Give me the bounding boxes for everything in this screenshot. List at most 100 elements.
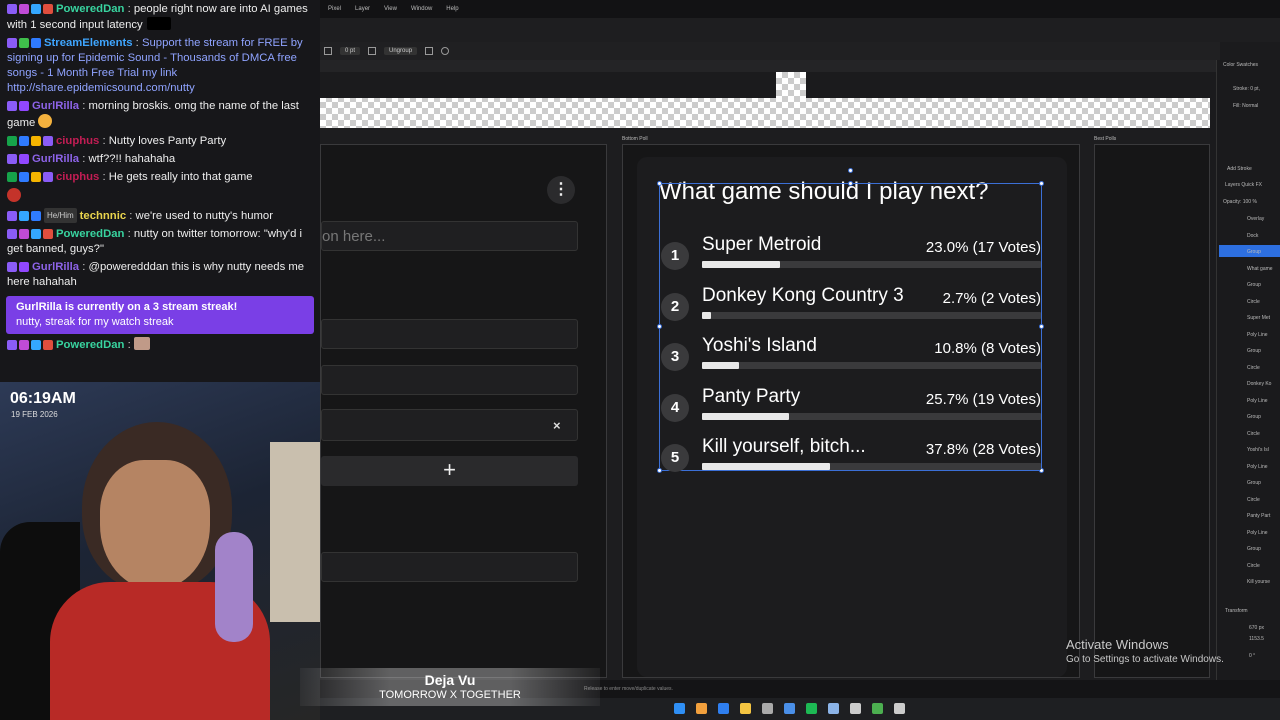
add-option-button[interactable]: + <box>321 456 578 486</box>
chat-username[interactable]: PoweredDan <box>56 339 124 351</box>
windows-activation-notice: Activate Windows Go to Settings to activ… <box>1066 637 1224 665</box>
layer-item[interactable]: Panty Part <box>1247 513 1270 519</box>
badge-icon <box>31 4 41 14</box>
chat-username[interactable]: StreamElements <box>44 37 133 49</box>
poll-form-artboard[interactable]: ⋮ on here... × + <box>320 144 607 678</box>
taskbar-app-icon[interactable] <box>762 703 773 714</box>
layer-item[interactable]: Circle <box>1247 365 1260 371</box>
layer-item[interactable]: What game <box>1247 266 1273 272</box>
option-percent: 10.8% (8 Votes) <box>934 340 1041 357</box>
transform-header[interactable]: Transform <box>1225 608 1248 614</box>
chat-username[interactable]: technnic <box>80 210 126 222</box>
coord-y[interactable]: 1153.5 <box>1249 636 1264 642</box>
chat-message: GurlRilla : @poweredddan this is why nut… <box>0 259 320 292</box>
taskbar-app-icon[interactable] <box>718 703 729 714</box>
align-icon[interactable] <box>324 47 332 55</box>
chat-username[interactable]: PoweredDan <box>56 3 124 15</box>
emote-icon <box>133 337 150 350</box>
option-field[interactable] <box>321 552 578 582</box>
chat-username[interactable]: ciuphus <box>56 171 99 183</box>
layer-item[interactable]: Circle <box>1247 563 1260 569</box>
layer-item[interactable]: Group <box>1247 546 1261 552</box>
menu-item-pixel[interactable]: Pixel <box>328 6 341 12</box>
stream-screen: PoweredDan : people right now are into A… <box>0 0 1280 720</box>
layer-item[interactable]: Poly Line <box>1247 332 1268 338</box>
transform-panel: 670 px 1153.5 0 ° <box>1216 620 1280 680</box>
remove-option-icon[interactable]: × <box>553 418 561 433</box>
option-number: 2 <box>661 293 689 321</box>
rotation[interactable]: 0 ° <box>1249 653 1255 659</box>
layer-item[interactable]: Overlay <box>1247 216 1264 222</box>
rotate-handle[interactable] <box>848 168 853 173</box>
layer-item[interactable]: Poly Line <box>1247 464 1268 470</box>
layer-item[interactable]: Circle <box>1247 431 1260 437</box>
menu-item-view[interactable]: View <box>384 6 397 12</box>
layer-item[interactable]: Circle <box>1247 299 1260 305</box>
more-options-icon[interactable]: ⋮ <box>547 176 575 204</box>
layer-item[interactable]: Group <box>1247 480 1261 486</box>
taskbar-app-icon[interactable] <box>674 703 685 714</box>
question-input[interactable]: on here... <box>321 221 578 251</box>
layer-item[interactable]: Poly Line <box>1247 530 1268 536</box>
chat-emote-only <box>0 187 320 207</box>
layer-item[interactable]: Yoshi's Isl <box>1247 447 1269 453</box>
best-polls-artboard[interactable] <box>1094 144 1210 678</box>
option-name: Panty Party <box>702 386 801 407</box>
layer-item[interactable]: Group <box>1247 414 1261 420</box>
layer-item[interactable]: Group <box>1247 249 1261 255</box>
taskbar-app-icon[interactable] <box>696 703 707 714</box>
resize-handle[interactable] <box>657 181 662 186</box>
chat-username[interactable]: GurlRilla <box>32 153 79 165</box>
resize-handle[interactable] <box>848 181 853 186</box>
chat-username[interactable]: GurlRilla <box>32 261 79 273</box>
layer-item[interactable]: Dock <box>1247 233 1258 239</box>
menu-item-help[interactable]: Help <box>446 6 458 12</box>
fill-setting[interactable]: Fill: Normal <box>1233 103 1258 109</box>
taskbar-app-icon[interactable] <box>784 703 795 714</box>
taskbar-app-icon[interactable] <box>828 703 839 714</box>
user-badges <box>7 136 53 146</box>
option-number: 5 <box>661 444 689 472</box>
resize-handle[interactable] <box>1039 181 1044 186</box>
option-field[interactable] <box>321 319 578 349</box>
badge-icon <box>43 229 53 239</box>
menu-item-layer[interactable]: Layer <box>355 6 370 12</box>
badge-icon <box>43 4 53 14</box>
layer-item[interactable]: Group <box>1247 348 1261 354</box>
chat-separator: : <box>124 228 134 240</box>
taskbar-app-icon[interactable] <box>872 703 883 714</box>
layer-item[interactable]: Kill yourse <box>1247 579 1270 585</box>
option-bar-fill <box>702 312 712 319</box>
layer-item[interactable]: Super Met <box>1247 315 1270 321</box>
chat-username[interactable]: PoweredDan <box>56 228 124 240</box>
arrange-icon[interactable] <box>425 47 434 55</box>
streak-notification: GurlRilla is currently on a 3 stream str… <box>6 296 314 334</box>
stroke-setting[interactable]: Stroke: 0 pt, <box>1233 86 1260 92</box>
emote-icon <box>7 188 21 202</box>
stroke-width-field[interactable]: 0 pt <box>340 47 361 55</box>
pen-icon[interactable] <box>368 47 377 55</box>
layer-item[interactable]: Circle <box>1247 497 1260 503</box>
taskbar-app-icon[interactable] <box>894 703 905 714</box>
option-number: 1 <box>661 242 689 270</box>
opacity-field[interactable]: Opacity: 100 % <box>1223 199 1257 205</box>
document-tab-bar[interactable] <box>320 60 1216 72</box>
taskbar-app-icon[interactable] <box>806 703 817 714</box>
option-field[interactable] <box>321 365 578 395</box>
add-stroke-button[interactable]: Add Stroke <box>1227 166 1252 172</box>
streamer-face <box>100 460 210 590</box>
chat-username[interactable]: ciuphus <box>56 135 99 147</box>
chat-username[interactable]: GurlRilla <box>32 100 79 112</box>
layer-item[interactable]: Poly Line <box>1247 398 1268 404</box>
layers-tabs[interactable]: Layers Quick FX <box>1225 182 1262 188</box>
option-field[interactable] <box>321 409 578 441</box>
ungroup-button[interactable]: Ungroup <box>384 47 418 55</box>
layer-item[interactable]: Donkey Ko <box>1247 381 1271 387</box>
taskbar-app-icon[interactable] <box>740 703 751 714</box>
menu-item-window[interactable]: Window <box>411 6 432 12</box>
panel-tabs[interactable]: Color Swatches <box>1223 62 1258 68</box>
taskbar-app-icon[interactable] <box>850 703 861 714</box>
layer-item[interactable]: Group <box>1247 282 1261 288</box>
coord-x[interactable]: 670 px <box>1249 625 1264 631</box>
gear-icon[interactable] <box>441 47 450 55</box>
